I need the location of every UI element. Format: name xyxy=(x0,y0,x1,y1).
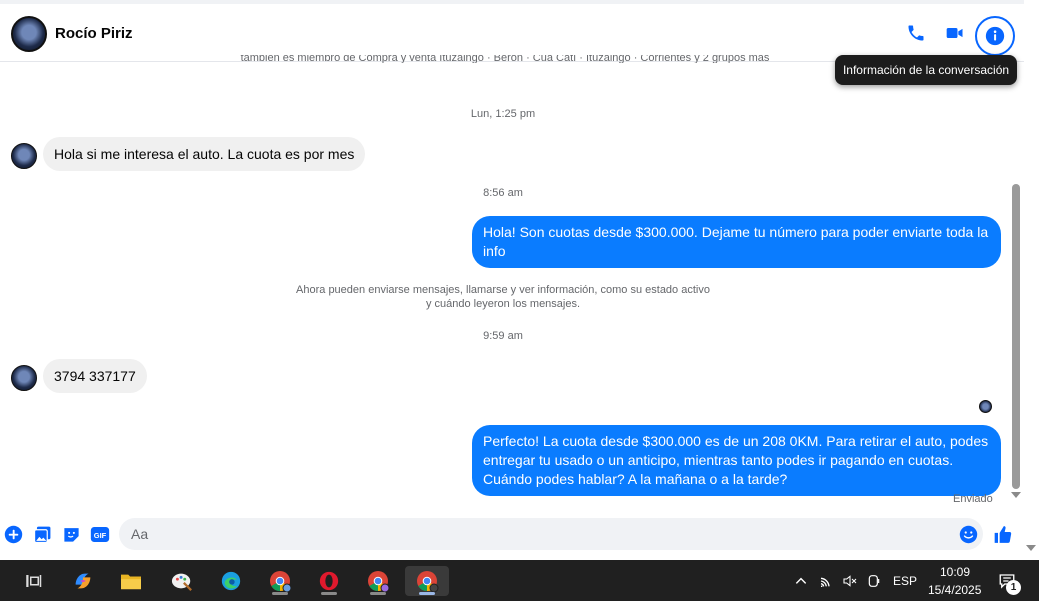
copilot-icon xyxy=(75,573,91,589)
timestamp: 8:56 am xyxy=(483,187,523,199)
notification-count-badge: 1 xyxy=(1006,580,1021,595)
phone-link-icon xyxy=(868,575,880,587)
outgoing-message[interactable]: Perfecto! La cuota desde $300.000 es de … xyxy=(472,425,1001,496)
paint-palette-icon xyxy=(171,573,192,591)
svg-text:GIF: GIF xyxy=(94,530,107,539)
folder-icon xyxy=(121,574,141,590)
photo-gallery-icon xyxy=(33,526,50,543)
message-input[interactable] xyxy=(119,518,983,550)
sender-avatar[interactable] xyxy=(11,143,37,169)
volume-muted-icon xyxy=(843,575,857,587)
gif-button[interactable]: GIF xyxy=(90,524,110,544)
system-notice-line: y cuándo leyeron los mensajes. xyxy=(425,298,581,310)
info-tooltip: Información de la conversación xyxy=(835,55,1017,85)
emoji-smile-icon xyxy=(959,525,977,543)
show-hidden-icons-button[interactable] xyxy=(789,566,813,596)
contact-avatar[interactable] xyxy=(11,16,47,52)
system-notice-line: Ahora pueden enviarse mensajes, llamarse… xyxy=(296,284,710,296)
wifi-icon xyxy=(820,577,830,587)
chrome-icon xyxy=(270,571,292,593)
chrome-icon xyxy=(368,571,390,593)
task-view-button[interactable] xyxy=(16,566,50,596)
message-composer: GIF xyxy=(0,510,1024,560)
more-actions-button[interactable] xyxy=(3,524,23,544)
timestamp: Lun, 1:25 pm xyxy=(470,108,536,120)
opera-browser-button[interactable] xyxy=(312,566,346,596)
active-app-indicator xyxy=(419,592,435,595)
open-app-indicator xyxy=(272,592,288,595)
plus-circle-icon xyxy=(4,525,22,543)
like-button[interactable] xyxy=(993,524,1013,544)
conversation-header: Rocío Piriz xyxy=(0,0,1024,62)
network-button[interactable] xyxy=(815,566,839,596)
edge-icon xyxy=(221,571,241,591)
timestamp: 9:59 am xyxy=(483,330,523,342)
sender-avatar[interactable] xyxy=(11,365,37,391)
gif-icon: GIF xyxy=(90,526,110,542)
incoming-message[interactable]: 3794 337177 xyxy=(43,359,147,393)
page-scroll-down-arrow[interactable] xyxy=(1026,545,1036,551)
copilot-button[interactable] xyxy=(66,566,100,596)
sticker-button[interactable] xyxy=(61,524,81,544)
thumbs-up-icon xyxy=(994,525,1012,543)
chrome-profile-1-button[interactable] xyxy=(263,566,297,596)
chrome-profile-3-button[interactable] xyxy=(405,566,449,596)
system-notice: Ahora pueden enviarse mensajes, llamarse… xyxy=(0,283,1006,311)
read-receipt-avatar xyxy=(979,400,992,413)
input-language[interactable]: ESP xyxy=(893,574,917,588)
clock-time[interactable]: 10:09 xyxy=(940,565,970,579)
page-scrollbar[interactable] xyxy=(1024,0,1039,560)
conversation-scrollbar[interactable] xyxy=(1008,62,1024,508)
paint-app-button[interactable] xyxy=(165,566,199,596)
chrome-profile-2-button[interactable] xyxy=(361,566,395,596)
conversation-info-button[interactable] xyxy=(975,16,1015,56)
contact-name[interactable]: Rocío Piriz xyxy=(55,25,133,42)
windows-taskbar: ESP 10:09 15/4/2025 1 xyxy=(0,560,1039,601)
info-icon xyxy=(985,26,1005,46)
clock-date[interactable]: 15/4/2025 xyxy=(928,583,981,597)
message-status: Enviado xyxy=(953,493,993,505)
open-app-indicator xyxy=(370,592,386,595)
open-app-indicator xyxy=(321,592,337,595)
chevron-up-icon xyxy=(795,577,807,584)
sticker-icon xyxy=(63,527,79,542)
phone-icon xyxy=(908,25,924,41)
file-explorer-button[interactable] xyxy=(114,566,148,596)
video-camera-icon xyxy=(946,28,963,38)
edge-browser-button[interactable] xyxy=(214,566,248,596)
outgoing-message[interactable]: Hola! Son cuotas desde $300.000. Dejame … xyxy=(472,216,1001,268)
opera-icon xyxy=(319,571,339,591)
video-call-button[interactable] xyxy=(940,18,970,48)
volume-button[interactable] xyxy=(838,566,862,596)
task-view-icon xyxy=(26,575,42,587)
scroll-down-arrow[interactable] xyxy=(1011,492,1021,498)
voice-call-button[interactable] xyxy=(901,18,931,48)
chrome-icon xyxy=(417,571,439,593)
emoji-button[interactable] xyxy=(958,524,978,544)
attach-photo-button[interactable] xyxy=(32,524,52,544)
battery-status-button[interactable] xyxy=(862,566,886,596)
incoming-message[interactable]: Hola si me interesa el auto. La cuota es… xyxy=(43,137,366,171)
scrollbar-thumb[interactable] xyxy=(1012,184,1020,489)
